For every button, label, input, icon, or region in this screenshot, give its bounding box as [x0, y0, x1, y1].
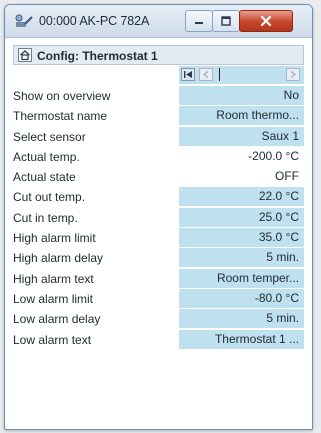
parameter-row: Thermostat name Room thermo...	[13, 105, 304, 126]
parameter-row: Low alarm text Thermostat 1 ...	[13, 328, 304, 349]
navigator-cell	[179, 66, 304, 84]
parameter-label: High alarm delay	[13, 251, 104, 266]
parameter-value-field[interactable]: 35.0 °C	[179, 228, 304, 248]
parameter-label: High alarm limit	[13, 231, 96, 246]
parameter-label: Thermostat name	[13, 109, 108, 124]
parameter-value-readout: OFF	[179, 167, 304, 187]
parameter-row: Low alarm delay 5 min.	[13, 308, 304, 329]
config-header: Config: Thermostat 1	[13, 45, 304, 65]
parameter-row: High alarm limit 35.0 °C	[13, 227, 304, 248]
close-button[interactable]	[239, 10, 293, 32]
parameter-value-field[interactable]: 5 min.	[179, 248, 304, 268]
minimize-button[interactable]	[185, 10, 213, 32]
content-area: Config: Thermostat 1 Show on overview No…	[13, 45, 304, 424]
parameter-label: Cut out temp.	[13, 190, 86, 205]
minimize-icon	[195, 22, 203, 24]
maximize-icon	[221, 16, 231, 26]
parameter-value-field[interactable]: 25.0 °C	[179, 207, 304, 227]
parameter-value-field[interactable]: Room temper...	[179, 268, 304, 288]
prev-page-button[interactable]	[199, 68, 213, 81]
parameter-row: Select sensor Saux 1	[13, 125, 304, 146]
parameter-label: High alarm text	[13, 271, 94, 286]
parameter-row: Actual temp. -200.0 °C	[13, 145, 304, 166]
config-title: Config: Thermostat 1	[37, 49, 158, 63]
parameter-row: Low alarm limit -80.0 °C	[13, 287, 304, 308]
probe-app-icon	[15, 14, 33, 27]
navigator-position-marker	[219, 68, 220, 81]
parameter-row: Show on overview No	[13, 85, 304, 105]
parameter-value-field[interactable]: 5 min.	[179, 309, 304, 329]
parameter-label: Low alarm limit	[13, 291, 94, 306]
parameter-row: Cut out temp. 22.0 °C	[13, 186, 304, 207]
title-bar[interactable]: 00:000 AK-PC 782A	[5, 5, 312, 38]
parameter-value-field[interactable]: 22.0 °C	[179, 187, 304, 207]
parameter-label: Low alarm text	[13, 332, 92, 347]
next-page-button[interactable]	[286, 68, 300, 81]
parameter-value-field[interactable]: Saux 1	[179, 126, 304, 146]
prev-page-icon	[202, 70, 209, 79]
close-icon	[260, 15, 272, 27]
home-icon[interactable]	[18, 48, 32, 62]
window-title: 00:000 AK-PC 782A	[39, 14, 150, 28]
parameter-value-field[interactable]: No	[179, 86, 304, 105]
first-page-button[interactable]	[181, 68, 195, 81]
parameter-row: High alarm text Room temper...	[13, 267, 304, 288]
parameter-label: Select sensor	[13, 129, 86, 144]
parameter-label: Show on overview	[13, 89, 111, 103]
maximize-button[interactable]	[212, 10, 240, 32]
next-page-icon	[290, 70, 297, 79]
parameter-list: Show on overview No Thermostat name Room th…	[13, 85, 304, 349]
first-page-icon	[184, 71, 192, 78]
parameter-row: Actual state OFF	[13, 166, 304, 187]
parameter-label: Actual temp.	[13, 149, 80, 164]
parameter-label: Actual state	[13, 170, 76, 185]
parameter-value-readout: -200.0 °C	[179, 146, 304, 166]
parameter-value-field[interactable]: Thermostat 1 ...	[179, 329, 304, 349]
parameter-value-field[interactable]: -80.0 °C	[179, 288, 304, 308]
parameter-label: Cut in temp.	[13, 210, 78, 225]
parameter-value-field[interactable]: Room thermo...	[179, 106, 304, 126]
parameter-row: Cut in temp. 25.0 °C	[13, 206, 304, 227]
parameter-row: High alarm delay 5 min.	[13, 247, 304, 268]
app-window: 00:000 AK-PC 782A Config: Thermostat 1 S…	[4, 4, 313, 430]
parameter-label: Low alarm delay	[13, 312, 101, 327]
record-navigator	[13, 65, 304, 85]
